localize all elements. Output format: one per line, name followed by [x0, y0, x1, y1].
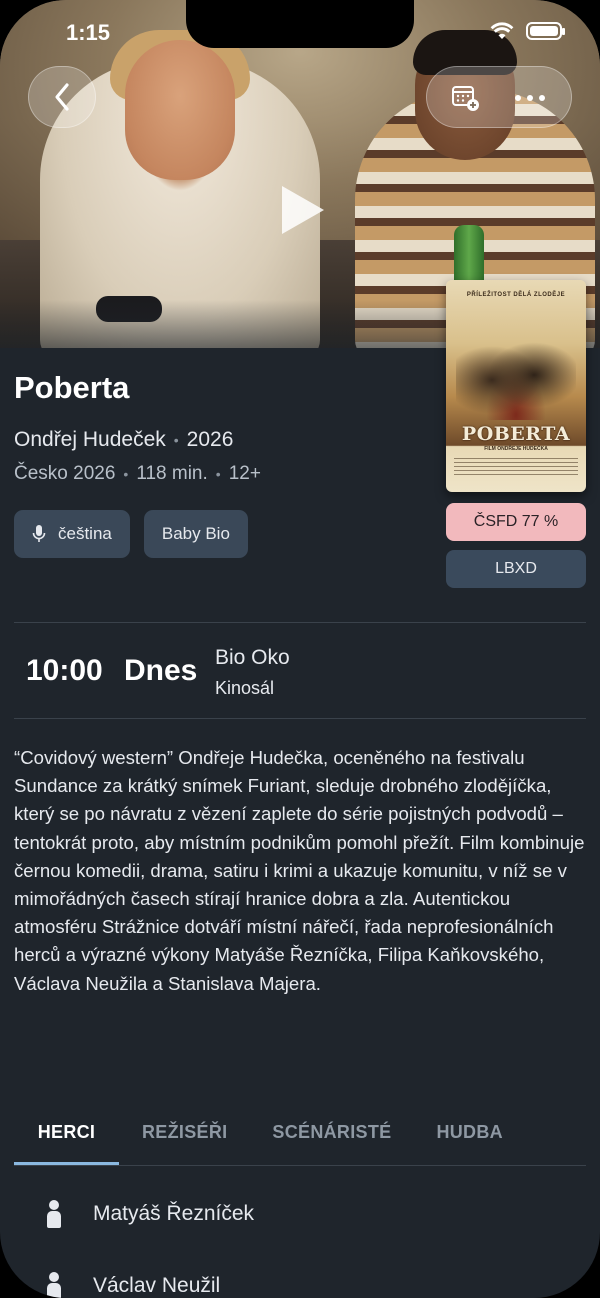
director-year: Ondřej Hudeček • 2026 [14, 428, 234, 451]
baby-bio-label: Baby Bio [161, 524, 230, 543]
tab-herci[interactable]: HERCI [14, 1118, 119, 1166]
poster-title: POBERTA [461, 423, 571, 445]
divider [14, 622, 586, 623]
csfd-rating-button[interactable]: ČSFD 77 % [446, 503, 586, 541]
divider [14, 718, 586, 719]
person-icon [44, 1200, 64, 1228]
director-name: Ondřej Hudeček [14, 428, 166, 451]
movie-description: “Covidový western” Ondřeje Hudečka, ocen… [14, 747, 585, 994]
tab-reziseri[interactable]: REŽISÉŘI [142, 1118, 227, 1166]
back-button[interactable] [28, 66, 96, 128]
movie-details: Česko 2026 • 118 min. • 12+ [14, 463, 261, 484]
tag-chips: čeština Baby Bio [14, 510, 248, 558]
release-year: 2026 [186, 428, 234, 451]
cast-name: Václav Neužil [93, 1274, 221, 1297]
person-icon [44, 1272, 64, 1298]
credits-tabs: HERCI REŽISÉŘI SCÉNÁRISTÉ HUDBA [14, 1118, 586, 1166]
more-horizontal-icon[interactable] [515, 95, 545, 101]
active-tab-indicator [14, 1162, 119, 1165]
device-notch [186, 0, 414, 48]
age-rating: 12+ [228, 463, 261, 484]
language-chip[interactable]: čeština [14, 510, 130, 558]
status-icons [490, 22, 565, 40]
actions-pill [426, 66, 572, 128]
duration: 118 min. [136, 463, 208, 484]
tab-scenariste[interactable]: SCÉNÁRISTÉ [272, 1118, 391, 1166]
tab-hudba[interactable]: HUDBA [436, 1118, 503, 1166]
calendar-add-icon[interactable] [451, 83, 481, 113]
poster-tagline: PŘÍLEŽITOST DĚLÁ ZLODĚJE [466, 292, 566, 298]
hall-name: Kinosál [215, 678, 275, 698]
tabs-divider [14, 1165, 586, 1166]
baby-bio-chip[interactable]: Baby Bio [143, 510, 248, 558]
origin: Česko 2026 [14, 463, 116, 484]
cast-list-item[interactable]: Matyáš Řezníček [44, 1190, 564, 1238]
play-icon[interactable] [282, 186, 324, 234]
status-time: 1:15 [66, 20, 111, 45]
battery-icon [526, 22, 565, 40]
screening-time[interactable]: 10:00 [26, 654, 103, 688]
movie-title: Poberta [14, 370, 130, 405]
lbxd-button[interactable]: LBXD [446, 550, 586, 588]
microphone-icon [32, 525, 46, 543]
language-label: čeština [58, 524, 112, 543]
screening-day: Dnes [124, 654, 198, 687]
chevron-left-icon [55, 83, 69, 111]
movie-poster[interactable]: PŘÍLEŽITOST DĚLÁ ZLODĚJE POBERTA FILM ON… [446, 280, 586, 492]
movie-detail-screen: 1:15 PŘÍLEŽITOST DĚLÁ ZLODĚJE POBERTA FI… [0, 0, 600, 1298]
cast-name: Matyáš Řezníček [93, 1202, 255, 1225]
cast-list-item[interactable]: Václav Neužil [44, 1262, 564, 1298]
poster-subtitle: FILM ONDŘEJE HUDEČKA [484, 446, 548, 452]
cinema-name[interactable]: Bio Oko [215, 646, 290, 670]
wifi-icon [490, 22, 514, 40]
